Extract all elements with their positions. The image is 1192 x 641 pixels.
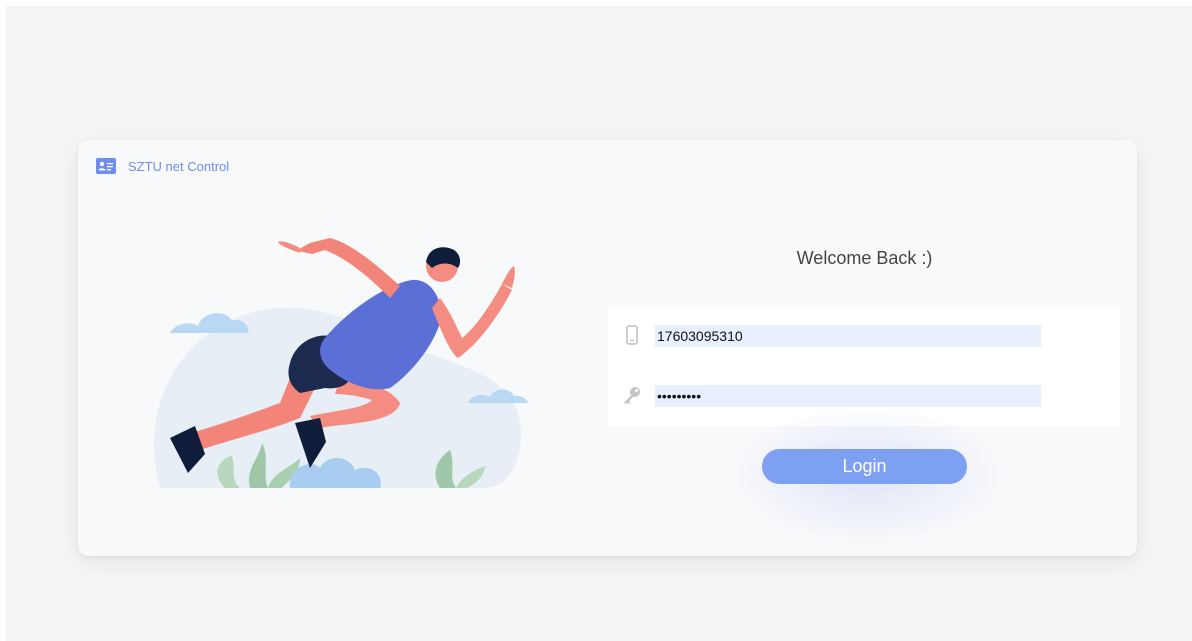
- key-icon: [624, 387, 640, 404]
- password-input[interactable]: [655, 385, 1041, 407]
- login-form: [608, 305, 1120, 426]
- password-field-row: [608, 385, 1120, 407]
- app-title: SZTU net Control: [128, 158, 230, 174]
- welcome-heading: Welcome Back :): [796, 248, 933, 268]
- id-card-icon: [96, 158, 116, 174]
- page-background: SZTU net Control Welcome Back:) 1760309…: [6, 6, 1192, 641]
- brand-header: SZTU net Control: [96, 158, 229, 174]
- runner-illustration: [154, 238, 528, 488]
- login-card: SZTU net Control Welcome Back:) 1760309…: [78, 140, 1137, 556]
- login-button[interactable]: Login: [762, 449, 967, 484]
- account-field-row: [608, 325, 1120, 347]
- account-input[interactable]: [655, 325, 1041, 347]
- phone-icon: [626, 325, 638, 345]
